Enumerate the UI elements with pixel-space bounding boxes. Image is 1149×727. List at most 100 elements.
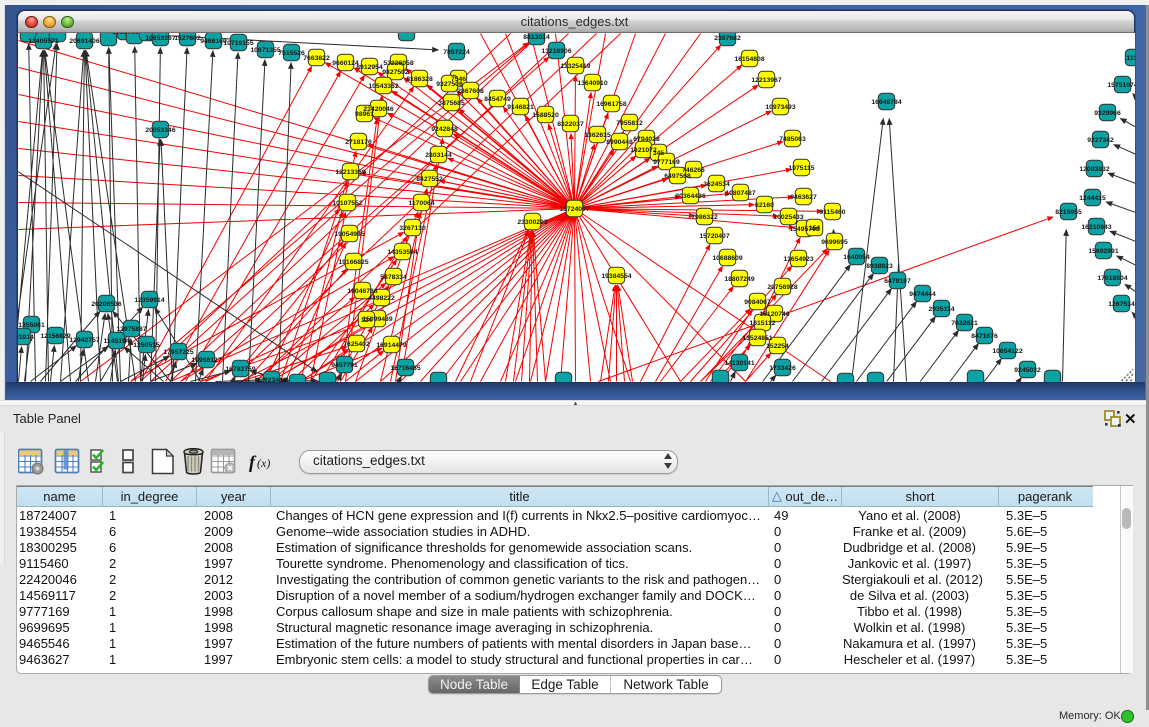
svg-text:9146821: 9146821 — [507, 103, 534, 110]
svg-text:13640910: 13640910 — [577, 79, 607, 86]
svg-text:62160: 62160 — [755, 201, 774, 208]
svg-text:1975115: 1975115 — [788, 164, 814, 171]
svg-text:154: 154 — [808, 224, 820, 231]
svg-text:20053346: 20053346 — [145, 126, 175, 133]
svg-text:1362615: 1362615 — [584, 131, 611, 138]
svg-text:8813014: 8813014 — [523, 33, 550, 40]
svg-text:16961758: 16961758 — [596, 100, 626, 107]
svg-text:10653267: 10653267 — [145, 34, 175, 41]
svg-text:9242848: 9242848 — [431, 125, 458, 132]
svg-text:f: f — [249, 452, 257, 472]
svg-text:3267130: 3267130 — [399, 224, 426, 231]
svg-text:6479197: 6479197 — [884, 277, 911, 284]
svg-text:124: 124 — [360, 316, 372, 323]
svg-text:12942757: 12942757 — [69, 336, 99, 343]
svg-text:17957225: 17957225 — [163, 348, 193, 355]
svg-text:98961: 98961 — [355, 110, 374, 117]
svg-text:1145194: 1145194 — [103, 337, 129, 344]
svg-text:2718176: 2718176 — [345, 138, 372, 145]
svg-text:1355061: 1355061 — [18, 321, 45, 328]
svg-text:8990448: 8990448 — [606, 138, 633, 145]
svg-text:9457791: 9457791 — [331, 361, 358, 368]
svg-text:12359914: 12359914 — [134, 296, 164, 303]
svg-text:9463627: 9463627 — [790, 193, 817, 200]
svg-text:2387682: 2387682 — [714, 34, 741, 41]
svg-text:10807487: 10807487 — [725, 189, 755, 196]
svg-text:391914: 391914 — [18, 333, 34, 340]
svg-text:152254: 152254 — [766, 342, 789, 349]
svg-text:19384554: 19384554 — [601, 272, 631, 279]
svg-text:7663822: 7663822 — [303, 54, 330, 61]
svg-text:1640954: 1640954 — [843, 253, 870, 260]
svg-text:16120746: 16120746 — [759, 310, 789, 317]
svg-text:10107552: 10107552 — [332, 199, 362, 206]
svg-text:12093832: 12093832 — [1079, 165, 1109, 172]
svg-text:16914479: 16914479 — [376, 341, 406, 348]
svg-text:6794028: 6794028 — [633, 135, 660, 142]
svg-text:8186328: 8186328 — [406, 75, 433, 82]
svg-text:18807249: 18807249 — [724, 275, 754, 282]
svg-text:9327508: 9327508 — [436, 80, 463, 87]
svg-text:23300203: 23300203 — [517, 218, 547, 225]
svg-text:10671355: 10671355 — [250, 46, 280, 53]
svg-text:16782759: 16782759 — [225, 365, 255, 372]
svg-text:18724007: 18724007 — [559, 205, 589, 212]
svg-text:13654923: 13654923 — [783, 255, 813, 262]
svg-text:15751074: 15751074 — [1107, 81, 1135, 88]
svg-text:7515526: 7515526 — [278, 49, 305, 56]
svg-text:345: 345 — [652, 149, 664, 156]
svg-text:5878334: 5878334 — [380, 273, 407, 280]
svg-text:8938923: 8938923 — [866, 262, 893, 269]
svg-text:1170064: 1170064 — [408, 199, 434, 206]
svg-text:7857224: 7857224 — [443, 48, 470, 55]
svg-text:8912954: 8912954 — [356, 63, 383, 70]
svg-text:2935114: 2935114 — [928, 305, 954, 312]
svg-text:10688609: 10688609 — [712, 254, 742, 261]
svg-text:16154808: 16154808 — [734, 55, 764, 62]
svg-text:1250515: 1250515 — [133, 341, 160, 348]
svg-text:(x): (x) — [257, 456, 270, 470]
svg-text:12405571: 12405571 — [28, 37, 58, 44]
svg-text:10654122: 10654122 — [992, 347, 1022, 354]
svg-text:7485063: 7485063 — [779, 135, 806, 142]
svg-text:10025433: 10025433 — [773, 213, 803, 220]
svg-text:16046788: 16046788 — [347, 287, 377, 294]
svg-text:1733426: 1733426 — [769, 364, 796, 371]
svg-text:15720407: 15720407 — [699, 232, 729, 239]
svg-text:6497568: 6497568 — [664, 172, 691, 179]
svg-text:2867608: 2867608 — [457, 87, 484, 94]
svg-text:16648784: 16648784 — [871, 98, 901, 105]
svg-text:1527602: 1527602 — [174, 34, 201, 41]
svg-text:9699695: 9699695 — [821, 238, 848, 245]
svg-text:8215955: 8215955 — [1055, 208, 1082, 215]
svg-text:9245032: 9245032 — [1014, 366, 1041, 373]
svg-text:9474444: 9474444 — [909, 290, 936, 297]
svg-text:10973493: 10973493 — [765, 103, 795, 110]
svg-text:4498222: 4498222 — [368, 294, 395, 301]
svg-text:8427552: 8427552 — [416, 175, 443, 182]
svg-text:20756928: 20756928 — [767, 283, 797, 290]
svg-text:20206536: 20206536 — [91, 300, 121, 307]
svg-text:9227342: 9227342 — [1087, 136, 1114, 143]
svg-text:16210643: 16210643 — [1081, 223, 1111, 230]
svg-text:9777169: 9777169 — [653, 158, 680, 165]
svg-text:20364436: 20364436 — [675, 192, 705, 199]
svg-text:15716485: 15716485 — [390, 364, 420, 371]
svg-text:19054985: 19054985 — [334, 230, 364, 237]
svg-text:7955812: 7955812 — [616, 119, 643, 126]
svg-text:1244415: 1244415 — [1079, 194, 1106, 201]
svg-text:7625402: 7625402 — [343, 340, 370, 347]
svg-text:1112: 1112 — [1126, 54, 1135, 61]
svg-text:9660124: 9660124 — [332, 59, 359, 66]
svg-text:10958127: 10958127 — [191, 356, 221, 363]
svg-text:14353594: 14353594 — [387, 248, 417, 255]
svg-text:12213369: 12213369 — [335, 168, 365, 175]
svg-text:7632621: 7632621 — [951, 319, 978, 326]
svg-text:8322037: 8322037 — [557, 120, 584, 127]
svg-text:7986322: 7986322 — [691, 213, 718, 220]
svg-text:53226058: 53226058 — [383, 59, 413, 66]
svg-text:19166825: 19166825 — [338, 258, 368, 265]
svg-text:2803144: 2803144 — [425, 151, 452, 158]
svg-text:14130141: 14130141 — [724, 359, 754, 366]
svg-text:15692991: 15692991 — [1088, 247, 1118, 254]
